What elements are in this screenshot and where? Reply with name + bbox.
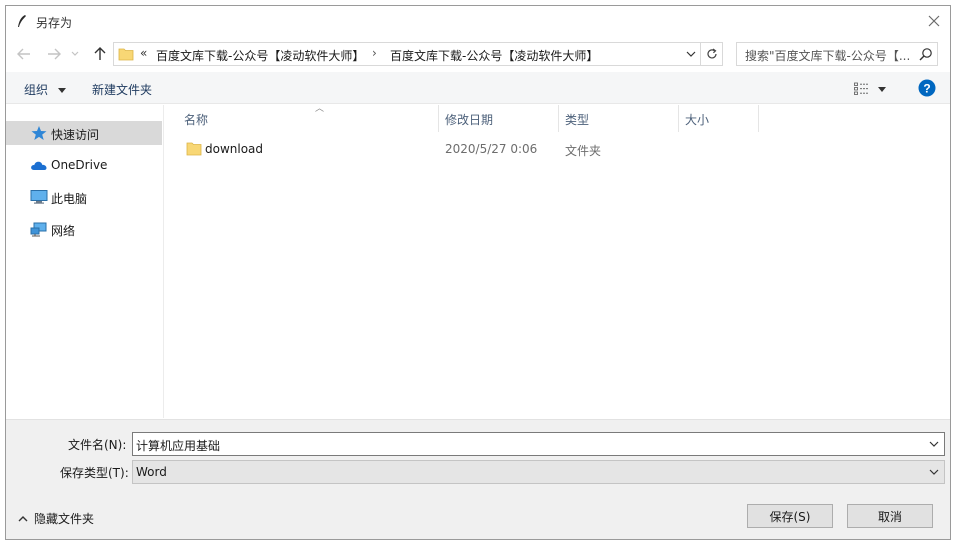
feather-icon bbox=[18, 15, 26, 27]
refresh-button[interactable] bbox=[700, 43, 722, 65]
close-button[interactable] bbox=[924, 11, 944, 31]
filename-label: 文件名(N): bbox=[68, 438, 127, 452]
sidebar-item-label: 此电脑 bbox=[51, 192, 88, 206]
column-header-name[interactable]: 名称 ︿ bbox=[178, 104, 439, 132]
filename-field[interactable]: 计算机应用基础 bbox=[132, 432, 945, 456]
up-button[interactable] bbox=[90, 44, 110, 64]
sidebar-item-this-pc[interactable]: 此电脑 bbox=[6, 185, 162, 209]
cloud-icon bbox=[31, 161, 47, 170]
view-options-button[interactable] bbox=[854, 80, 894, 98]
sidebar-item-network[interactable]: 网络 bbox=[6, 217, 162, 241]
hide-folders-label: 隐藏文件夹 bbox=[34, 512, 95, 526]
folder-icon bbox=[186, 142, 202, 156]
filetype-value: Word bbox=[136, 465, 167, 479]
save-options-panel: 文件名(N): 计算机应用基础 保存类型(T): Word 隐藏文件夹 保存(S… bbox=[6, 419, 950, 539]
filetype-label: 保存类型(T): bbox=[60, 466, 129, 480]
search-icon bbox=[919, 48, 932, 61]
network-icon bbox=[30, 222, 47, 237]
caret-down-icon bbox=[878, 86, 886, 92]
column-header-label: 修改日期 bbox=[445, 113, 494, 127]
column-header-size[interactable]: 大小 bbox=[679, 105, 759, 132]
organize-button[interactable]: 组织 bbox=[24, 81, 66, 98]
star-icon bbox=[31, 126, 47, 140]
navigation-bar: « 百度文库下载-公众号【凌动软件大师】 › 百度文库下载-公众号【凌动软件大师… bbox=[6, 40, 950, 68]
chevron-down-icon bbox=[686, 51, 696, 57]
column-header-label: 类型 bbox=[565, 113, 590, 127]
column-header-label: 大小 bbox=[685, 113, 710, 127]
filetype-select[interactable]: Word bbox=[132, 460, 945, 484]
details-view-icon bbox=[854, 82, 869, 95]
arrow-right-icon bbox=[48, 48, 61, 60]
navigation-pane: 快速访问 OneDrive 此电脑 网络 bbox=[6, 105, 164, 418]
save-button[interactable]: 保存(S) bbox=[747, 504, 833, 528]
column-header-date[interactable]: 修改日期 bbox=[439, 105, 559, 132]
command-bar: 组织 新建文件夹 ? bbox=[6, 72, 950, 104]
folder-icon bbox=[118, 48, 134, 61]
file-name: download bbox=[205, 142, 264, 156]
arrow-up-icon bbox=[94, 47, 106, 60]
title-bar: 另存为 bbox=[6, 6, 950, 36]
sidebar-item-quick-access[interactable]: 快速访问 bbox=[6, 121, 162, 145]
sidebar-item-label: 快速访问 bbox=[51, 128, 100, 142]
save-as-dialog: 另存为 « 百度文库下载-公众号【凌动软件大师】 › 百度文库下载-公众号【凌动… bbox=[5, 5, 951, 540]
sidebar-item-label: OneDrive bbox=[51, 158, 108, 172]
breadcrumb-segment[interactable]: 百度文库下载-公众号【凌动软件大师】 bbox=[390, 47, 598, 64]
file-row[interactable]: download 2020/5/27 0:06 文件夹 bbox=[166, 138, 766, 160]
address-dropdown-button[interactable] bbox=[682, 45, 700, 63]
caret-down-icon bbox=[57, 88, 66, 93]
column-header-type[interactable]: 类型 bbox=[559, 105, 679, 132]
chevron-down-icon[interactable] bbox=[927, 437, 941, 451]
file-date: 2020/5/27 0:06 bbox=[445, 142, 538, 156]
refresh-icon bbox=[706, 48, 717, 59]
sort-ascending-icon: ︿ bbox=[315, 104, 325, 114]
breadcrumb-segment[interactable]: 百度文库下载-公众号【凌动软件大师】 bbox=[156, 47, 364, 64]
file-list: 名称 ︿ 修改日期 类型 大小 download 2020/5/27 0:06 … bbox=[166, 104, 950, 418]
sidebar-item-label: 网络 bbox=[51, 224, 76, 238]
hide-folders-toggle[interactable]: 隐藏文件夹 bbox=[18, 510, 94, 527]
organize-label: 组织 bbox=[24, 83, 49, 97]
computer-icon bbox=[30, 190, 48, 204]
cancel-button[interactable]: 取消 bbox=[847, 504, 933, 528]
sidebar-item-onedrive[interactable]: OneDrive bbox=[6, 153, 162, 177]
forward-button[interactable] bbox=[44, 44, 64, 64]
chevron-down-icon bbox=[71, 51, 79, 56]
filename-value: 计算机应用基础 bbox=[136, 439, 221, 453]
address-overflow[interactable]: « bbox=[140, 46, 147, 60]
column-header-label: 名称 bbox=[184, 113, 209, 127]
svg-text:?: ? bbox=[923, 82, 930, 96]
search-input[interactable]: 搜索"百度文库下载-公众号【... bbox=[745, 47, 915, 64]
close-icon bbox=[928, 15, 940, 27]
arrow-left-icon bbox=[17, 48, 30, 60]
chevron-up-icon bbox=[18, 516, 28, 522]
recent-locations-button[interactable] bbox=[68, 44, 82, 64]
chevron-down-icon bbox=[929, 469, 939, 475]
search-box[interactable]: 搜索"百度文库下载-公众号【... bbox=[736, 42, 938, 66]
back-button[interactable] bbox=[14, 44, 34, 64]
help-icon[interactable]: ? bbox=[918, 79, 936, 97]
address-bar[interactable]: « 百度文库下载-公众号【凌动软件大师】 › 百度文库下载-公众号【凌动软件大师… bbox=[113, 42, 723, 66]
window-title: 另存为 bbox=[36, 16, 73, 30]
breadcrumb-separator[interactable]: › bbox=[372, 46, 377, 60]
new-folder-button[interactable]: 新建文件夹 bbox=[92, 81, 152, 98]
file-type: 文件夹 bbox=[565, 144, 602, 158]
